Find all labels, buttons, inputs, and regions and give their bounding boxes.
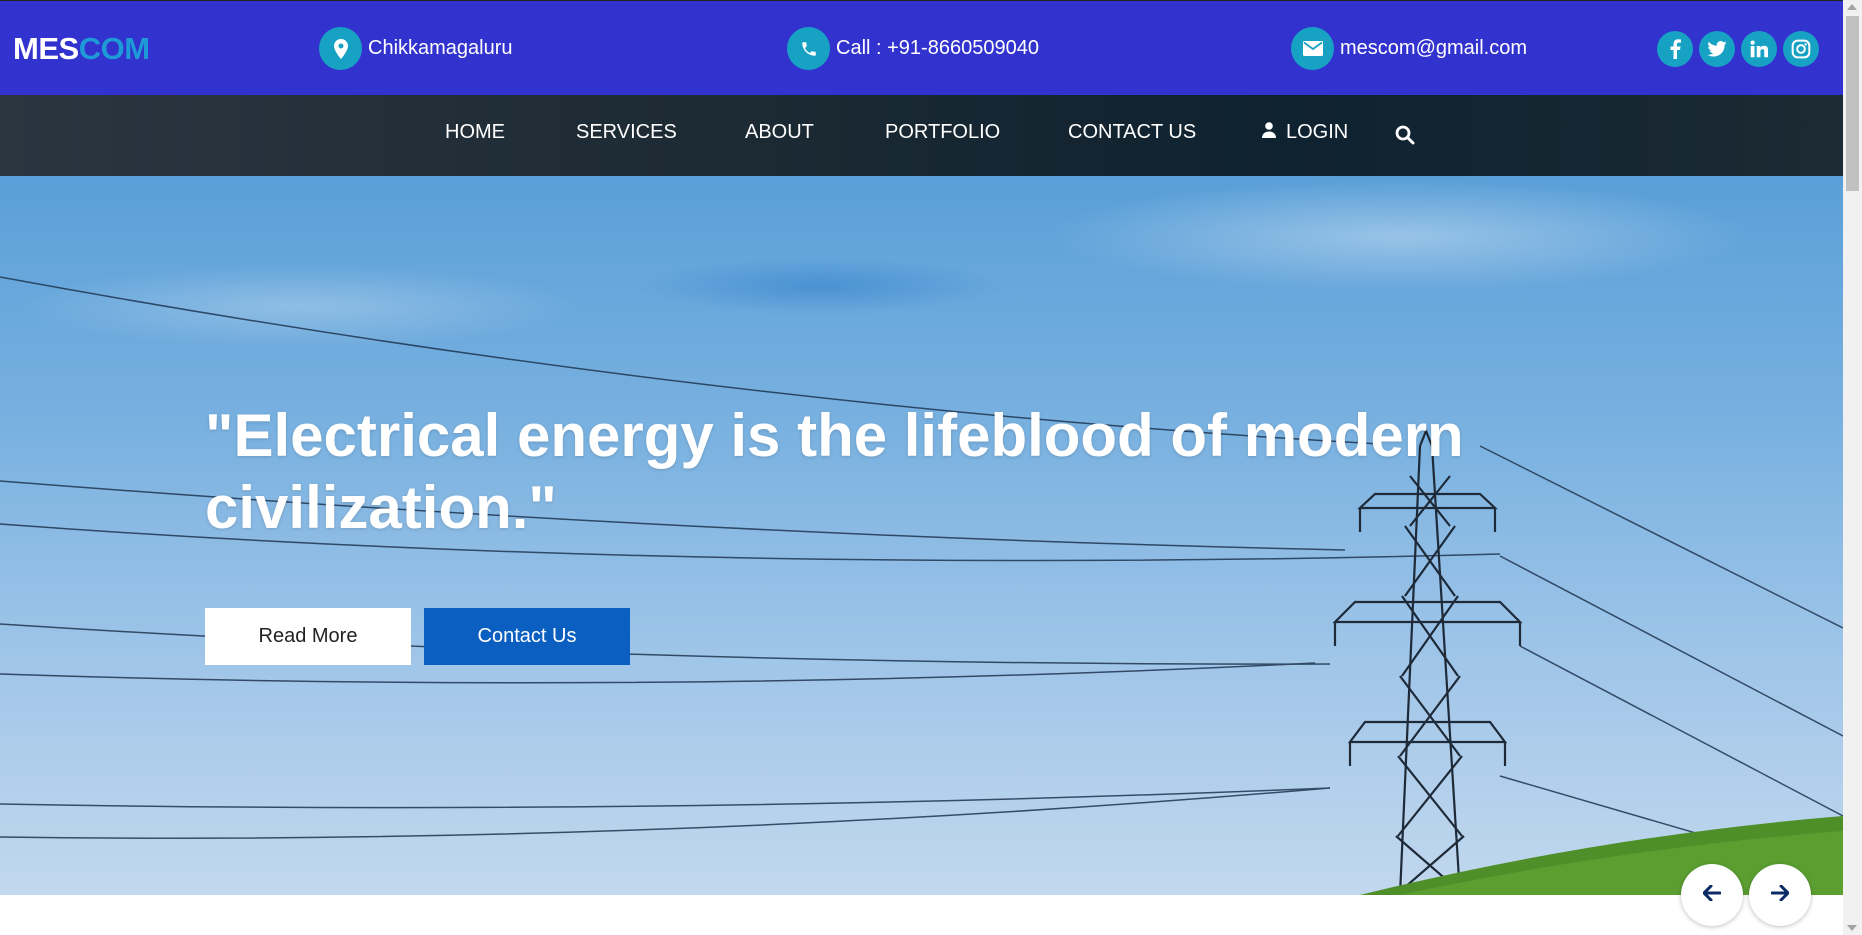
- search-icon[interactable]: [1395, 125, 1415, 150]
- nav-home[interactable]: HOME: [445, 121, 505, 144]
- site-logo[interactable]: MESCOM: [13, 31, 150, 67]
- location-text: Chikkamagaluru: [368, 37, 513, 59]
- phone-info: Call : +91-8660509040: [787, 27, 1039, 70]
- map-pin-icon: [319, 27, 362, 70]
- scroll-thumb[interactable]: [1846, 16, 1859, 191]
- nav-login[interactable]: LOGIN: [1262, 121, 1348, 144]
- nav-about[interactable]: ABOUT: [745, 121, 814, 144]
- main-navigation: HOME SERVICES ABOUT PORTFOLIO CONTACT US…: [0, 95, 1843, 176]
- contact-us-button[interactable]: Contact Us: [424, 608, 630, 665]
- phone-icon: [787, 27, 830, 70]
- carousel-next-button[interactable]: [1749, 864, 1811, 926]
- user-icon: [1262, 121, 1276, 144]
- carousel-prev-button[interactable]: [1681, 864, 1743, 926]
- hero-headline: "Electrical energy is the lifeblood of m…: [205, 402, 1464, 541]
- nav-login-label: LOGIN: [1286, 121, 1349, 143]
- top-contact-bar: MESCOM Chikkamagaluru Call : +91-8660509…: [0, 0, 1843, 95]
- logo-text-accent: COM: [78, 31, 150, 66]
- email-info: mescom@gmail.com: [1291, 27, 1527, 70]
- email-text[interactable]: mescom@gmail.com: [1340, 37, 1527, 60]
- logo-text-primary: MES: [13, 31, 79, 66]
- nav-contact-us[interactable]: CONTACT US: [1068, 121, 1196, 144]
- envelope-icon: [1291, 27, 1334, 70]
- instagram-icon[interactable]: [1783, 31, 1819, 67]
- location-info: Chikkamagaluru: [319, 27, 513, 70]
- page-scrollbar[interactable]: [1843, 0, 1862, 935]
- nav-portfolio[interactable]: PORTFOLIO: [885, 121, 1000, 144]
- linkedin-icon[interactable]: [1741, 31, 1777, 67]
- scroll-down-arrow-icon[interactable]: [1847, 925, 1857, 931]
- nav-services[interactable]: SERVICES: [576, 121, 677, 144]
- arrow-left-icon: [1702, 884, 1722, 906]
- twitter-icon[interactable]: [1699, 31, 1735, 67]
- arrow-right-icon: [1770, 884, 1790, 906]
- social-links: [1657, 31, 1819, 67]
- hero-slider: "Electrical energy is the lifeblood of m…: [0, 176, 1843, 895]
- facebook-icon[interactable]: [1657, 31, 1693, 67]
- phone-text[interactable]: Call : +91-8660509040: [836, 37, 1039, 60]
- scroll-up-arrow-icon[interactable]: [1847, 4, 1857, 10]
- read-more-button[interactable]: Read More: [205, 608, 411, 665]
